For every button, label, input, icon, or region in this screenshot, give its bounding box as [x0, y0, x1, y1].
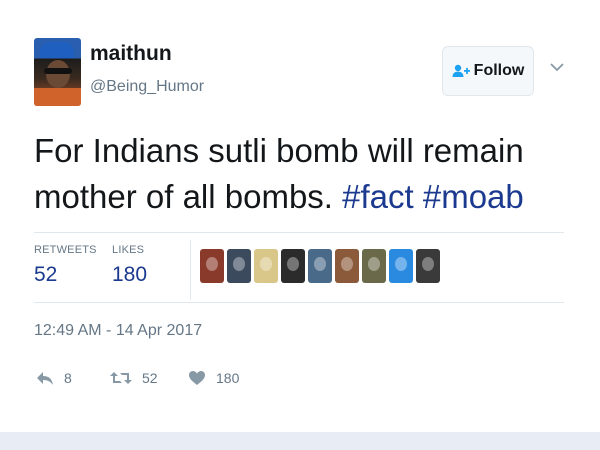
retweets-label: RETWEETS — [34, 244, 97, 256]
like-action[interactable]: 180 — [188, 370, 239, 386]
avatar-cap — [40, 42, 74, 58]
retweet-action[interactable]: 52 — [110, 370, 158, 386]
liker-avatar[interactable] — [335, 249, 359, 283]
liker-avatar-face — [368, 257, 380, 271]
liker-avatar-face — [233, 257, 245, 271]
hashtag-link[interactable]: #moab — [423, 178, 524, 215]
liker-avatar-face — [422, 257, 434, 271]
liker-avatar[interactable] — [416, 249, 440, 283]
retweet-icon — [110, 372, 132, 384]
retweets-count: 52 — [34, 263, 58, 286]
add-user-icon — [452, 64, 470, 77]
liker-avatar-face — [314, 257, 326, 271]
divider-top — [34, 232, 564, 233]
likes-label: LIKES — [112, 244, 145, 256]
retweet-count: 52 — [142, 370, 158, 386]
liker-avatar-face — [395, 257, 407, 271]
liker-avatar[interactable] — [362, 249, 386, 283]
liker-avatar-face — [341, 257, 353, 271]
tweet-card: maithun @Being_Humor Follow For Indians … — [0, 0, 600, 432]
liker-avatar[interactable] — [389, 249, 413, 283]
user-handle[interactable]: @Being_Humor — [90, 78, 204, 96]
display-name[interactable]: maithun — [90, 42, 172, 66]
liker-avatar[interactable] — [281, 249, 305, 283]
reply-icon — [37, 372, 53, 385]
liker-avatar-face — [260, 257, 272, 271]
retweets-stat[interactable]: RETWEETS 52 — [34, 244, 97, 287]
tweet-text: For Indians sutli bomb will remain mothe… — [34, 128, 574, 220]
tweet-timestamp[interactable]: 12:49 AM - 14 Apr 2017 — [34, 322, 202, 340]
liker-avatars — [200, 249, 443, 283]
liker-avatar-face — [287, 257, 299, 271]
liker-avatar[interactable] — [200, 249, 224, 283]
reply-action[interactable]: 8 — [36, 370, 72, 386]
like-count: 180 — [216, 370, 240, 386]
follow-button-label: Follow — [473, 62, 525, 79]
likes-count: 180 — [112, 263, 148, 286]
follow-button[interactable]: Follow — [442, 46, 534, 96]
avatar-shirt — [34, 88, 81, 106]
liker-avatar[interactable] — [254, 249, 278, 283]
avatar-face — [46, 60, 70, 88]
reply-count: 8 — [64, 370, 72, 386]
divider-bottom — [34, 302, 564, 303]
likes-stat[interactable]: LIKES 180 — [112, 244, 147, 287]
avatar[interactable] — [34, 38, 81, 106]
page-footer-band — [0, 432, 600, 450]
chevron-down-icon[interactable] — [550, 62, 564, 72]
liker-avatar[interactable] — [227, 249, 251, 283]
liker-avatar-face — [206, 257, 218, 271]
avatar-glasses — [44, 68, 72, 74]
heart-icon — [189, 371, 205, 385]
hashtag-link[interactable]: #fact — [342, 178, 414, 215]
stats-separator — [190, 240, 191, 300]
liker-avatar[interactable] — [308, 249, 332, 283]
